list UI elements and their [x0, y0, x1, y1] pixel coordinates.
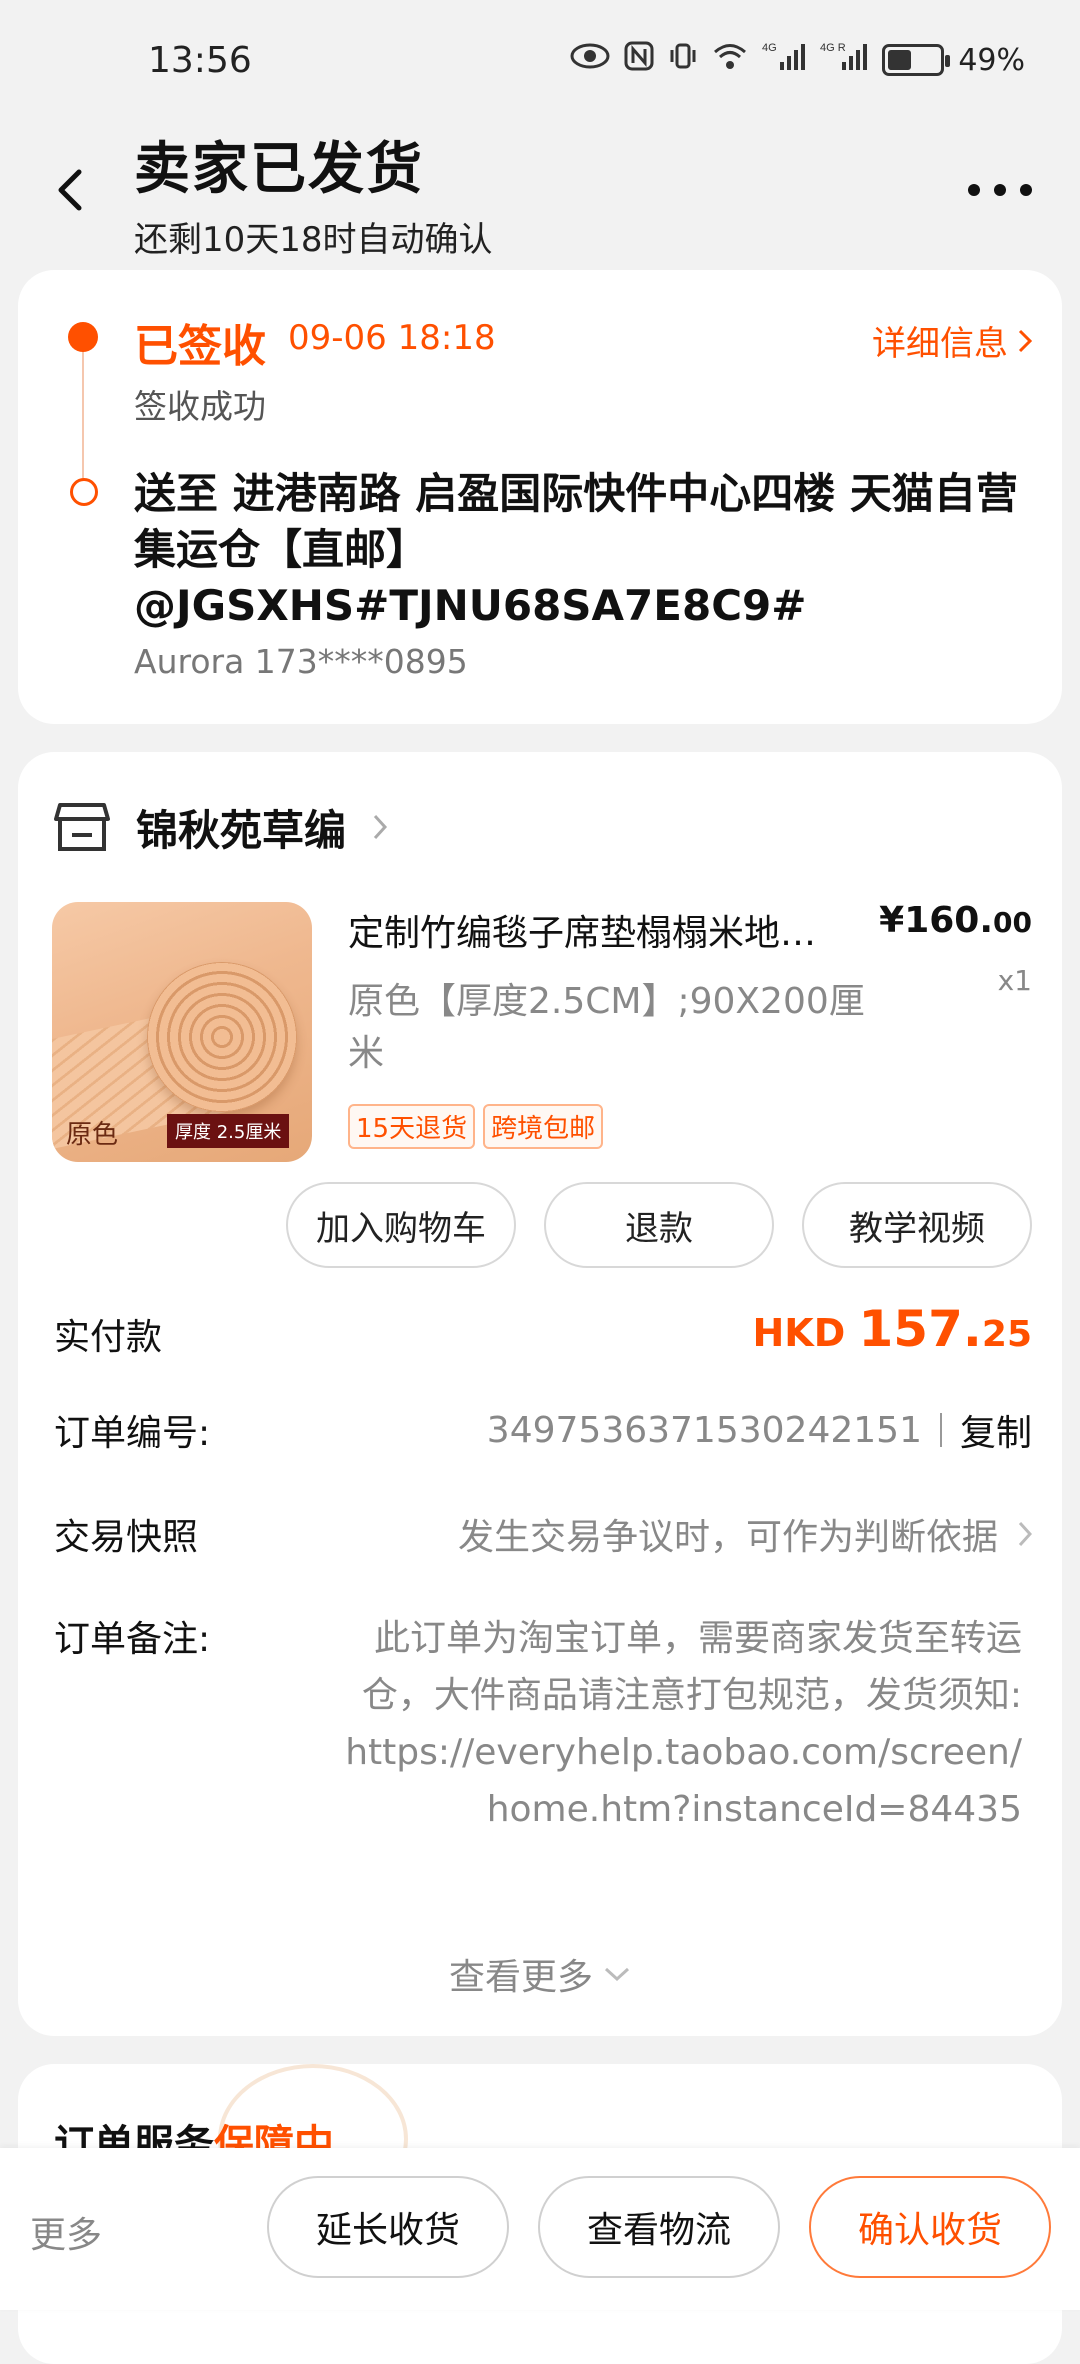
- snapshot-link[interactable]: 发生交易争议时，可作为判断依据: [458, 1508, 1032, 1560]
- eye-icon: [570, 42, 610, 78]
- chevron-right-icon: [1018, 1521, 1032, 1547]
- thumbnail-caption: 原色: [66, 1120, 119, 1150]
- more-dots-icon: [968, 184, 980, 196]
- delivery-status: 已签收: [134, 321, 266, 372]
- confirm-receipt-button[interactable]: 确认收货: [809, 2176, 1051, 2278]
- sign-status-text: 签收成功: [134, 387, 266, 426]
- shop-name: 锦秋苑草编: [136, 805, 347, 855]
- delivery-time: 09-06 18:18: [288, 318, 496, 358]
- logistics-detail-link[interactable]: 详细信息: [872, 316, 1032, 365]
- receiver-info: Aurora 173****0895: [134, 642, 468, 681]
- wifi-icon: [712, 41, 748, 79]
- status-icons: 4G 4G R 49%: [570, 40, 1025, 80]
- detail-link-label: 详细信息: [872, 324, 1008, 364]
- product-price: ¥160.00: [879, 900, 1032, 941]
- extend-receipt-button[interactable]: 延长收货: [267, 2176, 509, 2278]
- chevron-down-icon: [604, 1967, 630, 1982]
- signal-icon: 4G: [762, 40, 806, 80]
- view-logistics-button[interactable]: 查看物流: [538, 2176, 780, 2278]
- shop-row[interactable]: 锦秋苑草编: [54, 792, 388, 862]
- tag-return-policy: 15天退货: [348, 1104, 476, 1149]
- order-card: 锦秋苑草编 原色 厚度 2.5厘米 定制竹编毯子席垫榻榻米地… ¥160.00 …: [18, 752, 1062, 2036]
- back-button[interactable]: [40, 160, 100, 220]
- timeline-line: [82, 336, 84, 496]
- product-title[interactable]: 定制竹编毯子席垫榻榻米地…: [348, 904, 888, 956]
- more-options-button[interactable]: [960, 170, 1040, 210]
- timeline-dot-address: [70, 478, 98, 506]
- remark-label: 订单备注:: [54, 1619, 211, 1660]
- see-more-button[interactable]: 查看更多: [18, 1948, 1062, 2000]
- copy-button[interactable]: 复制: [960, 1404, 1032, 1456]
- see-more-label: 查看更多: [448, 1957, 593, 1998]
- order-number-row: 3497536371530242151 复制: [487, 1404, 1032, 1456]
- page-title: 卖家已发货: [134, 137, 424, 202]
- paid-label: 实付款: [54, 1317, 163, 1358]
- snapshot-value: 发生交易争议时，可作为判断依据: [457, 1517, 998, 1558]
- product-quantity: x1: [997, 964, 1032, 997]
- logistics-card[interactable]: 已签收 09-06 18:18 详细信息 签收成功 送至 进港南路 启盈国际快件…: [18, 270, 1062, 724]
- paid-amount: HKD 157.25: [752, 1300, 1032, 1358]
- order-number-label: 订单编号:: [54, 1413, 211, 1454]
- back-arrow-icon: [58, 169, 82, 211]
- battery-icon: [882, 44, 951, 76]
- status-time: 13:56: [148, 39, 252, 81]
- svg-text:4G: 4G: [762, 42, 777, 54]
- add-to-cart-button[interactable]: 加入购物车: [286, 1182, 516, 1268]
- vibrate-icon: [668, 41, 698, 79]
- bottom-action-bar: 更多 延长收货 查看物流 确认收货: [0, 2148, 1080, 2310]
- shop-icon: [54, 803, 110, 851]
- timeline-dot-active: [68, 322, 98, 352]
- refund-button[interactable]: 退款: [544, 1182, 774, 1268]
- auto-confirm-countdown: 还剩10天18时自动确认: [134, 220, 493, 260]
- tutorial-video-button[interactable]: 教学视频: [802, 1182, 1032, 1268]
- tag-free-shipping: 跨境包邮: [483, 1104, 604, 1149]
- product-tags: 15天退货 跨境包邮: [348, 1104, 604, 1149]
- order-number: 3497536371530242151: [486, 1409, 922, 1451]
- status-bar: 13:56 4G 4G R 49%: [0, 0, 1080, 120]
- snapshot-label: 交易快照: [54, 1517, 199, 1558]
- product-actions: 加入购物车 退款 教学视频: [286, 1182, 1032, 1268]
- thumbnail-badge: 厚度 2.5厘米: [167, 1114, 290, 1148]
- nfc-icon: [624, 41, 654, 79]
- chevron-right-icon: [373, 814, 388, 840]
- signal-icon: 4G R: [820, 40, 868, 80]
- delivery-address: 送至 进港南路 启盈国际快件中心四楼 天猫自营集运仓【直邮】@JGSXHS#TJ…: [134, 469, 1018, 630]
- order-remark: 此订单为淘宝订单，需要商家发货至转运仓，大件商品请注意打包规范，发货须知: ht…: [345, 1618, 1022, 1830]
- svg-text:4G R: 4G R: [820, 42, 846, 54]
- chevron-right-icon: [1018, 329, 1032, 352]
- battery-percent: 49%: [958, 42, 1025, 78]
- page-header: 卖家已发货 还剩10天18时自动确认: [0, 120, 1080, 270]
- product-spec: 原色【厚度2.5CM】;90X200厘米: [348, 981, 865, 1074]
- bottom-more-button[interactable]: 更多: [30, 2206, 102, 2258]
- product-thumbnail[interactable]: 原色 厚度 2.5厘米: [52, 902, 312, 1162]
